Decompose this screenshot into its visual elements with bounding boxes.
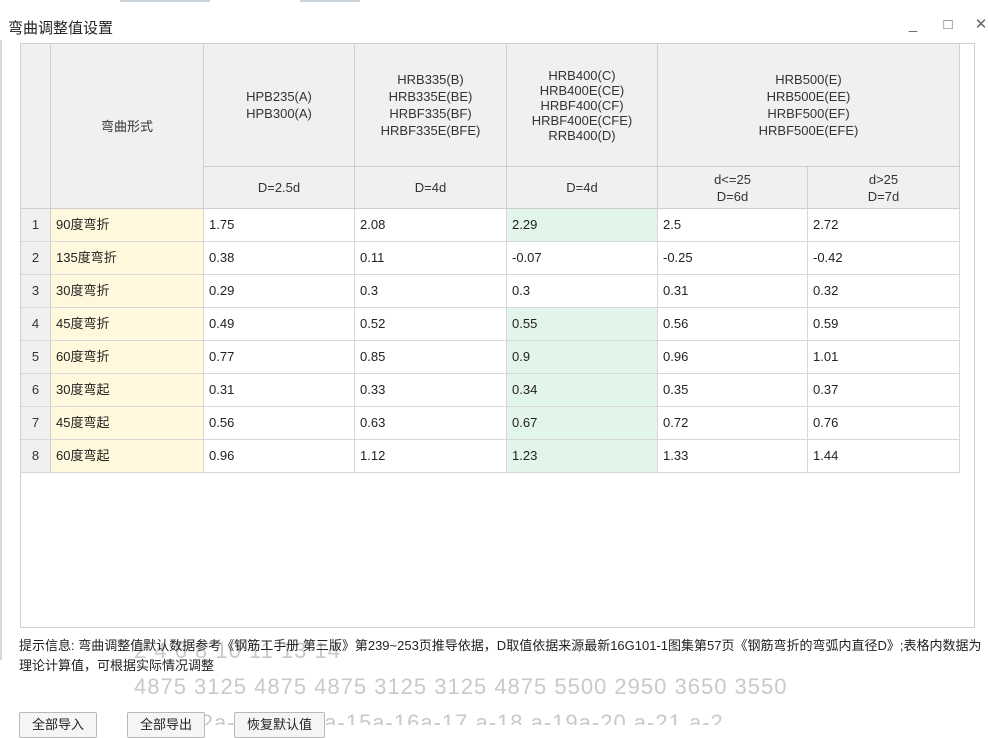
value-cell[interactable]: 2.72 — [808, 209, 960, 242]
row-number: 6 — [21, 374, 51, 407]
value-cell[interactable]: 0.34 — [507, 374, 658, 407]
bend-type-cell[interactable]: 90度弯折 — [51, 209, 204, 242]
row-number: 8 — [21, 440, 51, 473]
row-number: 7 — [21, 407, 51, 440]
value-cell[interactable]: 0.38 — [204, 242, 355, 275]
value-cell[interactable]: 1.12 — [355, 440, 507, 473]
value-cell[interactable]: 0.33 — [355, 374, 507, 407]
header-d-col3: D=4d — [507, 167, 658, 209]
value-cell[interactable]: 0.3 — [355, 275, 507, 308]
value-cell[interactable]: 0.3 — [507, 275, 658, 308]
value-cell[interactable]: 0.85 — [355, 341, 507, 374]
value-cell[interactable]: 0.96 — [658, 341, 808, 374]
background-app-edge — [0, 40, 2, 660]
value-cell[interactable]: 1.23 — [507, 440, 658, 473]
value-cell[interactable]: 0.67 — [507, 407, 658, 440]
bend-type-cell[interactable]: 60度弯起 — [51, 440, 204, 473]
value-cell[interactable]: 0.56 — [658, 308, 808, 341]
value-cell[interactable]: 0.55 — [507, 308, 658, 341]
value-cell[interactable]: 1.75 — [204, 209, 355, 242]
value-cell[interactable]: 2.29 — [507, 209, 658, 242]
value-cell[interactable]: 0.96 — [204, 440, 355, 473]
bend-type-cell[interactable]: 45度弯折 — [51, 308, 204, 341]
value-cell[interactable]: -0.07 — [507, 242, 658, 275]
value-cell[interactable]: 2.08 — [355, 209, 507, 242]
value-cell[interactable]: 0.35 — [658, 374, 808, 407]
bend-type-cell[interactable]: 135度弯折 — [51, 242, 204, 275]
restore-default-button[interactable]: 恢复默认值 — [234, 712, 326, 738]
title-bar: 弯曲调整值设置 _ □ ✕ — [4, 8, 988, 42]
bend-type-cell[interactable]: 45度弯起 — [51, 407, 204, 440]
header-group-e: HRB500(E) HRB500E(EE) HRBF500(EF) HRBF50… — [658, 44, 960, 167]
value-cell[interactable]: 1.01 — [808, 341, 960, 374]
table-corner — [21, 44, 51, 209]
row-number: 4 — [21, 308, 51, 341]
header-d-col1: D=2.5d — [204, 167, 355, 209]
value-cell[interactable]: 0.52 — [355, 308, 507, 341]
header-group-c: HRB400(C) HRB400E(CE) HRBF400(CF) HRBF40… — [507, 44, 658, 167]
background-tab — [120, 0, 210, 2]
row-number: 3 — [21, 275, 51, 308]
header-bend-type: 弯曲形式 — [51, 44, 204, 209]
value-cell[interactable]: 2.5 — [658, 209, 808, 242]
import-all-button[interactable]: 全部导入 — [19, 712, 98, 738]
tip-text: 提示信息: 弯曲调整值默认数据参考《钢筋工手册 第三版》第239~253页推导依… — [19, 638, 982, 673]
row-number: 1 — [21, 209, 51, 242]
value-cell[interactable]: 1.44 — [808, 440, 960, 473]
value-cell[interactable]: 1.33 — [658, 440, 808, 473]
value-cell[interactable]: 0.32 — [808, 275, 960, 308]
row-number: 2 — [21, 242, 51, 275]
value-cell[interactable]: 0.76 — [808, 407, 960, 440]
value-cell[interactable]: -0.25 — [658, 242, 808, 275]
value-cell[interactable]: 0.9 — [507, 341, 658, 374]
value-cell[interactable]: 0.29 — [204, 275, 355, 308]
header-group-b: HRB335(B) HRB335E(BE) HRBF335(BF) HRBF33… — [355, 44, 507, 167]
close-button[interactable]: ✕ — [970, 14, 988, 36]
bend-adjust-dialog: 弯曲调整值设置 _ □ ✕ 弯曲形式 HPB235(A) HPB300(A) H… — [4, 8, 988, 738]
header-group-a: HPB235(A) HPB300(A) — [204, 44, 355, 167]
bend-type-cell[interactable]: 30度弯折 — [51, 275, 204, 308]
value-cell[interactable]: 0.31 — [658, 275, 808, 308]
export-all-button[interactable]: 全部导出 — [127, 712, 206, 738]
header-d-col4: d<=25 D=6d — [658, 167, 808, 209]
header-d-col2: D=4d — [355, 167, 507, 209]
bend-adjust-table[interactable]: 弯曲形式 HPB235(A) HPB300(A) HRB335(B) HRB33… — [20, 43, 975, 628]
value-cell[interactable]: 0.72 — [658, 407, 808, 440]
value-cell[interactable]: -0.42 — [808, 242, 960, 275]
minimize-button[interactable]: _ — [902, 14, 924, 36]
bend-type-cell[interactable]: 60度弯折 — [51, 341, 204, 374]
value-cell[interactable]: 0.56 — [204, 407, 355, 440]
header-d-col5: d>25 D=7d — [808, 167, 960, 209]
value-cell[interactable]: 0.11 — [355, 242, 507, 275]
bend-type-cell[interactable]: 30度弯起 — [51, 374, 204, 407]
value-cell[interactable]: 0.59 — [808, 308, 960, 341]
dialog-title: 弯曲调整值设置 — [8, 20, 114, 37]
value-cell[interactable]: 0.49 — [204, 308, 355, 341]
background-tab — [300, 0, 360, 2]
value-cell[interactable]: 0.31 — [204, 374, 355, 407]
value-cell[interactable]: 0.63 — [355, 407, 507, 440]
background-app-strip — [0, 0, 988, 8]
value-cell[interactable]: 0.77 — [204, 341, 355, 374]
maximize-button[interactable]: □ — [937, 14, 959, 36]
value-cell[interactable]: 0.37 — [808, 374, 960, 407]
row-number: 5 — [21, 341, 51, 374]
